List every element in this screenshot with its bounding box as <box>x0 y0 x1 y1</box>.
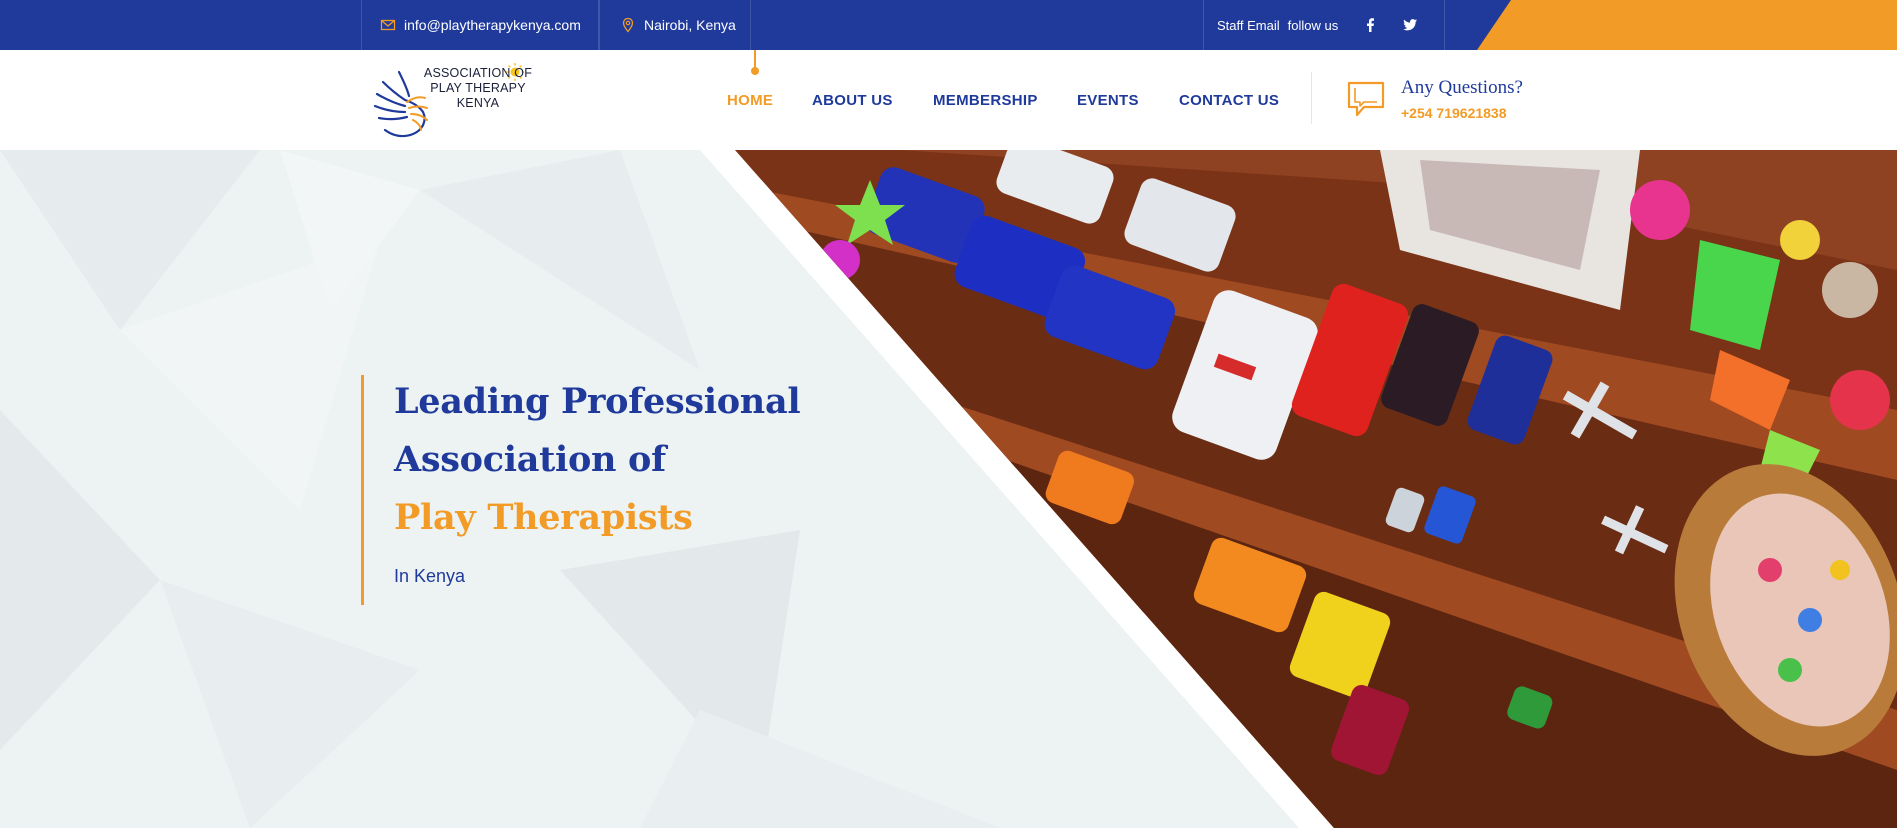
questions-phone[interactable]: +254 719621838 <box>1401 105 1507 121</box>
hero-section: Leading Professional Association of Play… <box>0 150 1897 828</box>
top-bar-links: Staff Email follow us <box>1203 0 1445 50</box>
hero-title-line-2: Association of <box>394 439 666 480</box>
logo-line-3: KENYA <box>456 96 500 110</box>
location-text: Nairobi, Kenya <box>644 17 736 33</box>
top-bar-accent <box>1477 0 1897 50</box>
location: Nairobi, Kenya <box>599 0 751 50</box>
hero-toy-shelf-image <box>700 150 1897 828</box>
chat-bubble-icon <box>1347 81 1385 117</box>
logo-text: ASSOCIATION OF PLAY THERAPY KENYA <box>408 66 548 111</box>
nav-about-us[interactable]: ABOUT US <box>812 92 893 109</box>
hero-subtitle: In Kenya <box>394 566 466 586</box>
logo-line-1: ASSOCIATION OF <box>423 66 533 80</box>
active-nav-marker-dot <box>751 67 759 75</box>
logo-line-2: PLAY THERAPY <box>430 81 526 95</box>
facebook-icon[interactable] <box>1362 17 1378 33</box>
twitter-icon[interactable] <box>1402 17 1418 33</box>
hero-title-line-3: Play Therapists <box>394 497 693 538</box>
envelope-icon <box>380 19 396 31</box>
follow-us-label: follow us <box>1287 17 1339 33</box>
email-link[interactable]: info@playtherapykenya.com <box>361 0 599 50</box>
questions-title: Any Questions? <box>1401 77 1523 98</box>
nav-home[interactable]: HOME <box>727 92 773 109</box>
nav-events[interactable]: EVENTS <box>1077 92 1139 109</box>
hero-title-line-1: Leading Professional <box>394 381 801 422</box>
map-pin-icon <box>622 17 634 33</box>
hero-accent-bar <box>361 375 364 605</box>
email-text: info@playtherapykenya.com <box>404 17 581 33</box>
staff-email-link[interactable]: Staff Email <box>1217 18 1280 33</box>
top-bar: info@playtherapykenya.com Nairobi, Kenya… <box>0 0 1897 50</box>
header-divider <box>1311 72 1312 124</box>
nav-contact-us[interactable]: CONTACT US <box>1179 92 1279 109</box>
nav-membership[interactable]: MEMBERSHIP <box>933 92 1038 109</box>
